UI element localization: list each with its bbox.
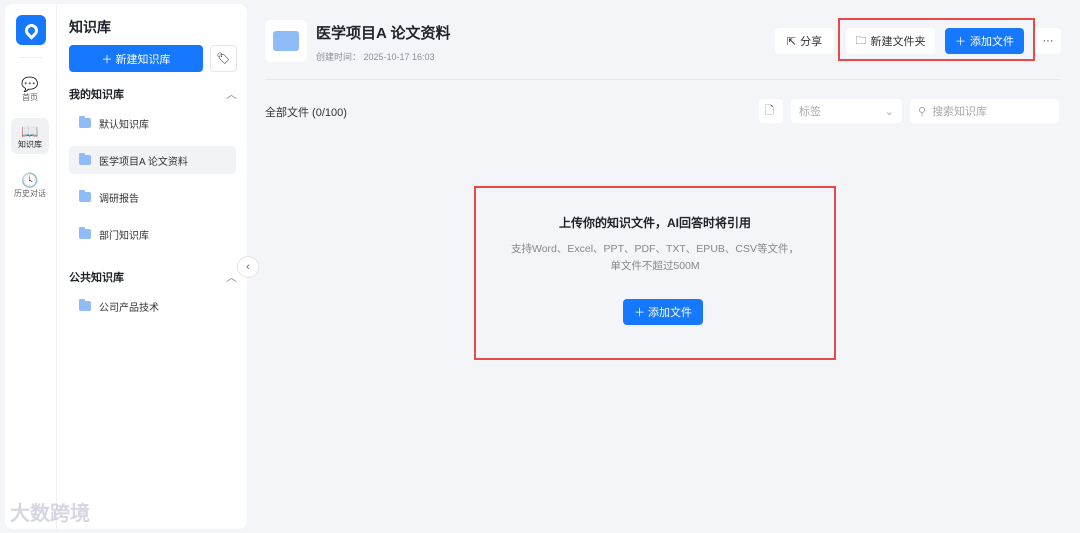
file-icon: 🗋 [765, 104, 774, 117]
library-item[interactable]: 部门知识库 [69, 220, 236, 248]
folder-icon [79, 227, 91, 239]
more-icon: ··· [1042, 35, 1054, 47]
button-label: 新建知识库 [115, 53, 171, 66]
button-label: 分享 [800, 36, 823, 48]
description-line: 支持Word、Excel、PPT、PDF、TXT、EPUB、CSV等文件， [510, 243, 799, 255]
chevron-up-icon: ︿ [226, 89, 237, 101]
select-placeholder: 标签 [799, 106, 821, 118]
nav-label: 知识库 [18, 139, 42, 149]
chevron-up-icon: ︿ [226, 272, 237, 284]
my-library-section[interactable]: 我的知识库 ︿ [69, 86, 237, 102]
empty-description: 支持Word、Excel、PPT、PDF、TXT、EPUB、CSV等文件， 单文件… [475, 241, 835, 275]
library-item[interactable]: 调研报告 [69, 183, 236, 211]
chevron-down-icon: ⌄ [884, 105, 894, 118]
folder-icon [79, 116, 91, 128]
file-sort-button[interactable]: 🗋 [759, 99, 783, 123]
search-icon: ⚲ [918, 105, 927, 118]
library-title: 知识库 [69, 19, 111, 35]
new-library-button[interactable]: ＋ 新建知识库 [69, 45, 203, 72]
sidebar-panel: 💬 首页 📖 知识库 🕓 历史对话 知识库 ＋ 新建知识库 🏷 我的知识库 ︿ 默认知识… [5, 4, 247, 529]
library-item[interactable]: 默认知识库 [69, 109, 236, 137]
collapse-sidebar-button[interactable]: ‹ [237, 256, 259, 278]
highlight-box [838, 18, 1035, 61]
nav-knowledge[interactable]: 📖 知识库 [11, 118, 49, 154]
library-item[interactable]: 医学项目A 论文资料 [69, 146, 236, 174]
folder-icon [265, 20, 307, 62]
divider [19, 57, 43, 58]
item-label: 默认知识库 [99, 119, 149, 131]
nav-history[interactable]: 🕓 历史对话 [11, 167, 49, 203]
tag-button[interactable]: 🏷 [210, 45, 237, 72]
folder-icon [79, 299, 91, 311]
app-logo[interactable] [16, 15, 46, 45]
clock-icon: 🕓 [21, 171, 39, 188]
share-icon: ⇱ [786, 35, 797, 48]
chevron-left-icon: ‹ [246, 261, 250, 273]
empty-add-file-button[interactable]: ＋ 添加文件 [623, 299, 703, 325]
plus-icon: ＋ [633, 307, 649, 319]
watermark: 大数跨境 [10, 503, 90, 525]
nav-rail: 💬 首页 📖 知识库 🕓 历史对话 [5, 4, 57, 529]
item-label: 公司产品技术 [99, 302, 159, 314]
library-item[interactable]: 公司产品技术 [69, 292, 236, 320]
file-count: 全部文件 (0/100) [265, 107, 347, 119]
folder-icon [79, 190, 91, 202]
book-icon: 📖 [21, 122, 39, 139]
more-button[interactable]: ··· [1035, 28, 1061, 54]
section-title: 我的知识库 [69, 89, 124, 101]
description-line: 单文件不超过500M [610, 260, 700, 272]
search-placeholder: 搜索知识库 [932, 106, 988, 118]
share-button[interactable]: ⇱ 分享 [775, 28, 834, 54]
folder-icon [79, 153, 91, 165]
created-time: 创建时间： 2025-10-17 16:03 [316, 52, 435, 62]
nav-label: 首页 [22, 92, 38, 102]
item-label: 部门知识库 [99, 230, 149, 242]
button-label: 添加文件 [648, 307, 693, 319]
nav-label: 历史对话 [14, 188, 46, 198]
empty-title: 上传你的知识文件，AI回答时将引用 [558, 216, 751, 230]
chat-icon: 💬 [21, 75, 39, 92]
divider [265, 79, 1060, 80]
tag-select[interactable]: 标签 ⌄ [791, 99, 902, 123]
tag-icon: 🏷 [216, 53, 231, 65]
item-label: 调研报告 [99, 193, 139, 205]
public-library-section[interactable]: 公共知识库 ︿ [69, 269, 237, 285]
search-input[interactable]: ⚲ 搜索知识库 [910, 99, 1059, 123]
section-title: 公共知识库 [69, 272, 124, 284]
item-label: 医学项目A 论文资料 [99, 156, 188, 168]
plus-icon: ＋ [101, 53, 116, 66]
nav-home[interactable]: 💬 首页 [11, 71, 49, 107]
page-title: 医学项目A 论文资料 [316, 25, 451, 42]
